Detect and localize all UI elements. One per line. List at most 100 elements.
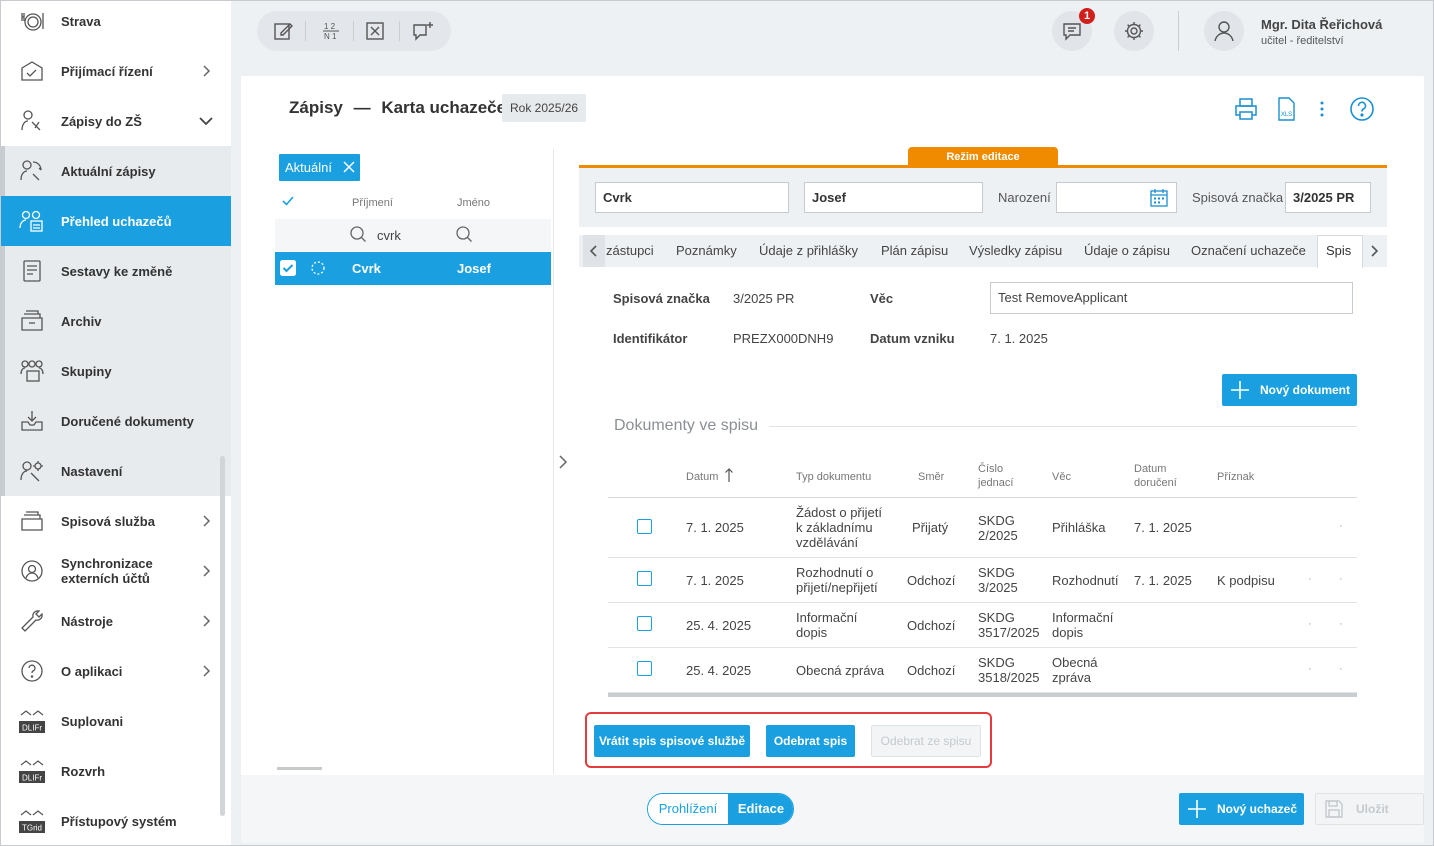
column-header-name[interactable]: Jméno (457, 197, 490, 209)
remove-file-button[interactable]: Odebrat spis (766, 725, 855, 757)
sidebar-item-tools[interactable]: Nástroje (1, 596, 231, 646)
print-icon[interactable] (1233, 96, 1259, 122)
numbering-icon[interactable]: 1 2N 1 (319, 19, 343, 43)
sidebar-scrollbar[interactable] (220, 456, 225, 816)
check-all-icon[interactable] (281, 195, 295, 207)
sidebar-item-groups[interactable]: Skupiny (1, 346, 231, 396)
tab-enrollment-results[interactable]: Výsledky zápisu (969, 243, 1062, 258)
column-header-subject[interactable]: Věc (1052, 470, 1071, 484)
sidebar-item-access-system[interactable]: TGrid Přístupový systém (1, 796, 231, 845)
save-button[interactable]: Uložit (1315, 793, 1424, 825)
user-icon (1214, 21, 1234, 42)
search-icon[interactable] (455, 225, 473, 243)
column-header-flag[interactable]: Příznak (1217, 470, 1254, 484)
row-more[interactable]: · (1339, 618, 1343, 630)
row-more[interactable]: · (1339, 573, 1343, 585)
sidebar-item-admission[interactable]: Přijímací řízení (1, 46, 231, 96)
sidebar-item-label: Přehled uchazečů (61, 213, 172, 229)
column-header-direction[interactable]: Směr (918, 470, 944, 484)
tab-applicant-labels[interactable]: Označení uchazeče (1191, 243, 1306, 258)
avatar[interactable] (1204, 11, 1244, 51)
add-comment-icon[interactable] (411, 19, 435, 43)
list-scrollbar[interactable] (277, 767, 322, 770)
column-header-reference[interactable]: Číslo jednací (978, 462, 1013, 490)
tabs-scroll-left[interactable] (583, 235, 605, 267)
file-service-icon (21, 511, 43, 531)
sync-icon (21, 560, 43, 582)
new-applicant-button[interactable]: Nový uchazeč (1179, 793, 1304, 825)
cell-direction: Přijatý (912, 520, 949, 535)
tab-enrollment-data[interactable]: Údaje o zápisu (1084, 243, 1170, 258)
tab-notes[interactable]: Poznámky (676, 243, 737, 258)
sidebar-item-file-service[interactable]: Spisová služba (1, 496, 231, 546)
sidebar-item-applicants[interactable]: Přehled uchazečů (1, 196, 231, 246)
settings-button[interactable] (1114, 11, 1154, 51)
remove-from-file-button[interactable]: Odebrat ze spisu (871, 725, 981, 757)
close-icon[interactable] (342, 160, 356, 174)
column-header-date[interactable]: Datum (686, 470, 718, 484)
return-file-button[interactable]: Vrátit spis spisové službě (594, 725, 750, 757)
sidebar-item-label: Skupiny (61, 363, 112, 379)
help-icon[interactable] (1349, 96, 1375, 122)
new-document-button[interactable]: Nový dokument (1222, 374, 1357, 406)
edit-icon[interactable] (271, 19, 295, 43)
close-box-icon[interactable] (363, 19, 387, 43)
tab-file[interactable]: Spis (1326, 243, 1351, 258)
row-more[interactable]: · (1339, 520, 1343, 532)
cell-subject: Informační dopis (1052, 610, 1114, 640)
subject-input[interactable]: Test RemoveApplicant (990, 282, 1353, 314)
edit-mode-button[interactable]: Editace (728, 794, 793, 824)
table-scrollbar[interactable] (608, 693, 1357, 697)
sidebar-item-settings[interactable]: Nastavení (1, 446, 231, 496)
view-mode-button[interactable]: Prohlížení (648, 794, 728, 824)
file-number-field[interactable]: 3/2025 PR (1285, 182, 1371, 213)
tabs-scroll-right[interactable] (1363, 235, 1385, 267)
table-row[interactable]: 7. 1. 2025 Žádost o přijetí k základnímu v… (608, 498, 1357, 558)
tab-representatives[interactable]: zástupci (606, 243, 654, 258)
sidebar-item-reports[interactable]: Sestavy ke změně (1, 246, 231, 296)
sidebar-item-timetable[interactable]: DLIFr Rozvrh (1, 746, 231, 796)
tab-enrollment-plan[interactable]: Plán zápisu (881, 243, 948, 258)
column-header-delivered[interactable]: Datum doručení (1134, 462, 1177, 490)
list-filter-row: cvrk (275, 219, 551, 251)
row-checkbox[interactable] (637, 571, 652, 586)
sidebar-item-archive[interactable]: Archiv (1, 296, 231, 346)
table-row[interactable]: 25. 4. 2025 Informační dopis Odchozí SKDG… (608, 603, 1357, 648)
list-item[interactable]: Cvrk Josef (275, 252, 551, 285)
sidebar-item-substitutions[interactable]: DLIFr Suplovani (1, 696, 231, 746)
tab-application-data[interactable]: Údaje z přihlášky (759, 243, 858, 258)
table-row[interactable]: 7. 1. 2025 Rozhodnutí o přijetí/nepřijetí… (608, 558, 1357, 603)
sort-ascending-icon[interactable] (724, 467, 734, 483)
xls-export-icon[interactable]: XLS (1273, 96, 1299, 122)
row-more[interactable]: · (1339, 663, 1343, 675)
row-more[interactable]: · (1308, 663, 1312, 675)
chevron-right-icon (203, 65, 211, 77)
more-vertical-icon[interactable] (1309, 96, 1335, 122)
sidebar-item-current-enrollment[interactable]: Aktuální zápisy (1, 146, 231, 196)
calendar-icon[interactable] (1149, 188, 1169, 208)
row-checkbox[interactable] (637, 519, 652, 534)
row-checkbox[interactable] (637, 661, 652, 676)
sidebar-item-sync[interactable]: Synchronizace externích účtů (1, 546, 231, 596)
sidebar-item-enrollment[interactable]: Zápisy do ZŠ (1, 96, 231, 146)
cell-date: 7. 1. 2025 (686, 573, 744, 588)
school-year-chip[interactable]: Rok 2025/26 (502, 94, 587, 122)
chevron-right-icon[interactable] (556, 453, 570, 471)
surname-filter-input[interactable]: cvrk (377, 228, 401, 243)
surname-field[interactable]: Cvrk (595, 182, 789, 213)
column-header-surname[interactable]: Příjmení (352, 197, 393, 209)
row-more[interactable]: · (1308, 573, 1312, 585)
filter-chip-current[interactable]: Aktuální (279, 154, 360, 181)
sidebar-item-about[interactable]: O aplikaci (1, 646, 231, 696)
checkbox-checked-icon[interactable] (280, 260, 296, 276)
column-header-type[interactable]: Typ dokumentu (796, 470, 871, 484)
name-field[interactable]: Josef (804, 182, 983, 213)
cell-subject: Přihláška (1052, 520, 1106, 535)
row-more[interactable]: · (1308, 618, 1312, 630)
sidebar-item-inbox[interactable]: Doručené dokumenty (1, 396, 231, 446)
table-row[interactable]: 25. 4. 2025 Obecná zpráva Odchozí SKDG 35… (608, 648, 1357, 693)
sidebar-item-strava[interactable]: Strava (1, 1, 231, 46)
row-checkbox[interactable] (637, 616, 652, 631)
help-icon (21, 660, 43, 682)
panel-splitter[interactable] (553, 149, 554, 774)
